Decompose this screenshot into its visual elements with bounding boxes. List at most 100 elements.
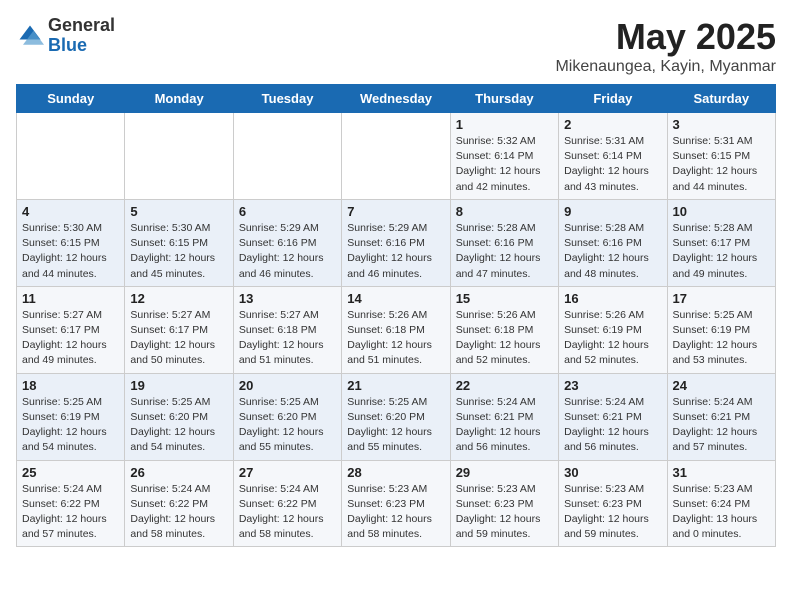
day-info: Sunrise: 5:23 AM Sunset: 6:23 PM Dayligh…	[564, 482, 661, 543]
calendar-cell: 25 Sunrise: 5:24 AM Sunset: 6:22 PM Dayli…	[17, 460, 125, 547]
weekday-header: Friday	[559, 85, 667, 113]
calendar-cell: 20 Sunrise: 5:25 AM Sunset: 6:20 PM Dayli…	[233, 373, 341, 460]
calendar-cell: 28 Sunrise: 5:23 AM Sunset: 6:23 PM Dayli…	[342, 460, 450, 547]
day-info: Sunrise: 5:25 AM Sunset: 6:19 PM Dayligh…	[22, 395, 119, 456]
day-info: Sunrise: 5:25 AM Sunset: 6:20 PM Dayligh…	[347, 395, 444, 456]
calendar-cell: 4 Sunrise: 5:30 AM Sunset: 6:15 PM Daylig…	[17, 199, 125, 286]
calendar-week: 11 Sunrise: 5:27 AM Sunset: 6:17 PM Dayli…	[17, 286, 776, 373]
day-info: Sunrise: 5:29 AM Sunset: 6:16 PM Dayligh…	[239, 221, 336, 282]
day-info: Sunrise: 5:28 AM Sunset: 6:16 PM Dayligh…	[456, 221, 553, 282]
day-number: 9	[564, 204, 661, 219]
calendar-subtitle: Mikenaungea, Kayin, Myanmar	[555, 58, 776, 76]
day-info: Sunrise: 5:26 AM Sunset: 6:18 PM Dayligh…	[456, 308, 553, 369]
weekday-header: Tuesday	[233, 85, 341, 113]
weekday-header: Monday	[125, 85, 233, 113]
day-number: 25	[22, 465, 119, 480]
day-number: 21	[347, 378, 444, 393]
day-info: Sunrise: 5:23 AM Sunset: 6:23 PM Dayligh…	[347, 482, 444, 543]
calendar-cell	[125, 113, 233, 200]
logo-general: General	[48, 16, 115, 36]
day-info: Sunrise: 5:27 AM Sunset: 6:17 PM Dayligh…	[22, 308, 119, 369]
calendar-cell: 29 Sunrise: 5:23 AM Sunset: 6:23 PM Dayli…	[450, 460, 558, 547]
calendar-cell: 23 Sunrise: 5:24 AM Sunset: 6:21 PM Dayli…	[559, 373, 667, 460]
calendar-cell: 2 Sunrise: 5:31 AM Sunset: 6:14 PM Daylig…	[559, 113, 667, 200]
day-number: 12	[130, 291, 227, 306]
day-info: Sunrise: 5:32 AM Sunset: 6:14 PM Dayligh…	[456, 134, 553, 195]
calendar-cell: 9 Sunrise: 5:28 AM Sunset: 6:16 PM Daylig…	[559, 199, 667, 286]
day-number: 27	[239, 465, 336, 480]
day-number: 16	[564, 291, 661, 306]
day-info: Sunrise: 5:24 AM Sunset: 6:21 PM Dayligh…	[673, 395, 770, 456]
day-number: 1	[456, 117, 553, 132]
weekday-header: Thursday	[450, 85, 558, 113]
day-info: Sunrise: 5:25 AM Sunset: 6:20 PM Dayligh…	[239, 395, 336, 456]
calendar-cell: 21 Sunrise: 5:25 AM Sunset: 6:20 PM Dayli…	[342, 373, 450, 460]
day-info: Sunrise: 5:23 AM Sunset: 6:23 PM Dayligh…	[456, 482, 553, 543]
day-number: 28	[347, 465, 444, 480]
day-info: Sunrise: 5:26 AM Sunset: 6:19 PM Dayligh…	[564, 308, 661, 369]
day-info: Sunrise: 5:24 AM Sunset: 6:22 PM Dayligh…	[22, 482, 119, 543]
day-number: 7	[347, 204, 444, 219]
calendar-header: SundayMondayTuesdayWednesdayThursdayFrid…	[17, 85, 776, 113]
day-info: Sunrise: 5:25 AM Sunset: 6:19 PM Dayligh…	[673, 308, 770, 369]
day-info: Sunrise: 5:29 AM Sunset: 6:16 PM Dayligh…	[347, 221, 444, 282]
calendar-cell	[233, 113, 341, 200]
calendar-cell: 26 Sunrise: 5:24 AM Sunset: 6:22 PM Dayli…	[125, 460, 233, 547]
day-info: Sunrise: 5:25 AM Sunset: 6:20 PM Dayligh…	[130, 395, 227, 456]
day-info: Sunrise: 5:31 AM Sunset: 6:14 PM Dayligh…	[564, 134, 661, 195]
calendar-cell: 10 Sunrise: 5:28 AM Sunset: 6:17 PM Dayli…	[667, 199, 775, 286]
logo-text: General Blue	[48, 16, 115, 56]
day-info: Sunrise: 5:24 AM Sunset: 6:21 PM Dayligh…	[456, 395, 553, 456]
day-info: Sunrise: 5:27 AM Sunset: 6:18 PM Dayligh…	[239, 308, 336, 369]
calendar-cell: 1 Sunrise: 5:32 AM Sunset: 6:14 PM Daylig…	[450, 113, 558, 200]
calendar-week: 25 Sunrise: 5:24 AM Sunset: 6:22 PM Dayli…	[17, 460, 776, 547]
day-info: Sunrise: 5:30 AM Sunset: 6:15 PM Dayligh…	[130, 221, 227, 282]
day-number: 2	[564, 117, 661, 132]
calendar-cell: 6Sunrise: 5:29 AM Sunset: 6:16 PM Daylig…	[233, 199, 341, 286]
weekday-header: Wednesday	[342, 85, 450, 113]
calendar-cell: 30 Sunrise: 5:23 AM Sunset: 6:23 PM Dayli…	[559, 460, 667, 547]
day-number: 11	[22, 291, 119, 306]
calendar-table: SundayMondayTuesdayWednesdayThursdayFrid…	[16, 84, 776, 547]
page-header: General Blue May 2025 Mikenaungea, Kayin…	[16, 16, 776, 76]
logo-blue: Blue	[48, 36, 115, 56]
day-number: 3	[673, 117, 770, 132]
day-number: 4	[22, 204, 119, 219]
day-info: Sunrise: 5:27 AM Sunset: 6:17 PM Dayligh…	[130, 308, 227, 369]
calendar-cell: 18 Sunrise: 5:25 AM Sunset: 6:19 PM Dayli…	[17, 373, 125, 460]
day-number: 24	[673, 378, 770, 393]
day-number: 15	[456, 291, 553, 306]
calendar-cell: 22Sunrise: 5:24 AM Sunset: 6:21 PM Dayli…	[450, 373, 558, 460]
calendar-cell: 19 Sunrise: 5:25 AM Sunset: 6:20 PM Dayli…	[125, 373, 233, 460]
day-info: Sunrise: 5:30 AM Sunset: 6:15 PM Dayligh…	[22, 221, 119, 282]
calendar-title: May 2025	[555, 16, 776, 58]
weekday-header: Saturday	[667, 85, 775, 113]
day-number: 26	[130, 465, 227, 480]
day-number: 30	[564, 465, 661, 480]
calendar-cell: 27Sunrise: 5:24 AM Sunset: 6:22 PM Dayli…	[233, 460, 341, 547]
day-number: 19	[130, 378, 227, 393]
calendar-cell: 15 Sunrise: 5:26 AM Sunset: 6:18 PM Dayli…	[450, 286, 558, 373]
day-info: Sunrise: 5:24 AM Sunset: 6:21 PM Dayligh…	[564, 395, 661, 456]
day-number: 10	[673, 204, 770, 219]
calendar-cell: 31Sunrise: 5:23 AM Sunset: 6:24 PM Dayli…	[667, 460, 775, 547]
calendar-cell: 3Sunrise: 5:31 AM Sunset: 6:15 PM Daylig…	[667, 113, 775, 200]
day-number: 29	[456, 465, 553, 480]
day-info: Sunrise: 5:24 AM Sunset: 6:22 PM Dayligh…	[130, 482, 227, 543]
calendar-cell: 13Sunrise: 5:27 AM Sunset: 6:18 PM Dayli…	[233, 286, 341, 373]
calendar-cell: 5Sunrise: 5:30 AM Sunset: 6:15 PM Daylig…	[125, 199, 233, 286]
calendar-week: 18 Sunrise: 5:25 AM Sunset: 6:19 PM Dayli…	[17, 373, 776, 460]
calendar-week: 4 Sunrise: 5:30 AM Sunset: 6:15 PM Daylig…	[17, 199, 776, 286]
day-number: 18	[22, 378, 119, 393]
day-number: 31	[673, 465, 770, 480]
day-number: 14	[347, 291, 444, 306]
day-number: 8	[456, 204, 553, 219]
day-number: 23	[564, 378, 661, 393]
day-number: 20	[239, 378, 336, 393]
calendar-cell	[342, 113, 450, 200]
calendar-cell	[17, 113, 125, 200]
weekday-header: Sunday	[17, 85, 125, 113]
day-info: Sunrise: 5:28 AM Sunset: 6:16 PM Dayligh…	[564, 221, 661, 282]
day-info: Sunrise: 5:28 AM Sunset: 6:17 PM Dayligh…	[673, 221, 770, 282]
calendar-week: 1 Sunrise: 5:32 AM Sunset: 6:14 PM Daylig…	[17, 113, 776, 200]
